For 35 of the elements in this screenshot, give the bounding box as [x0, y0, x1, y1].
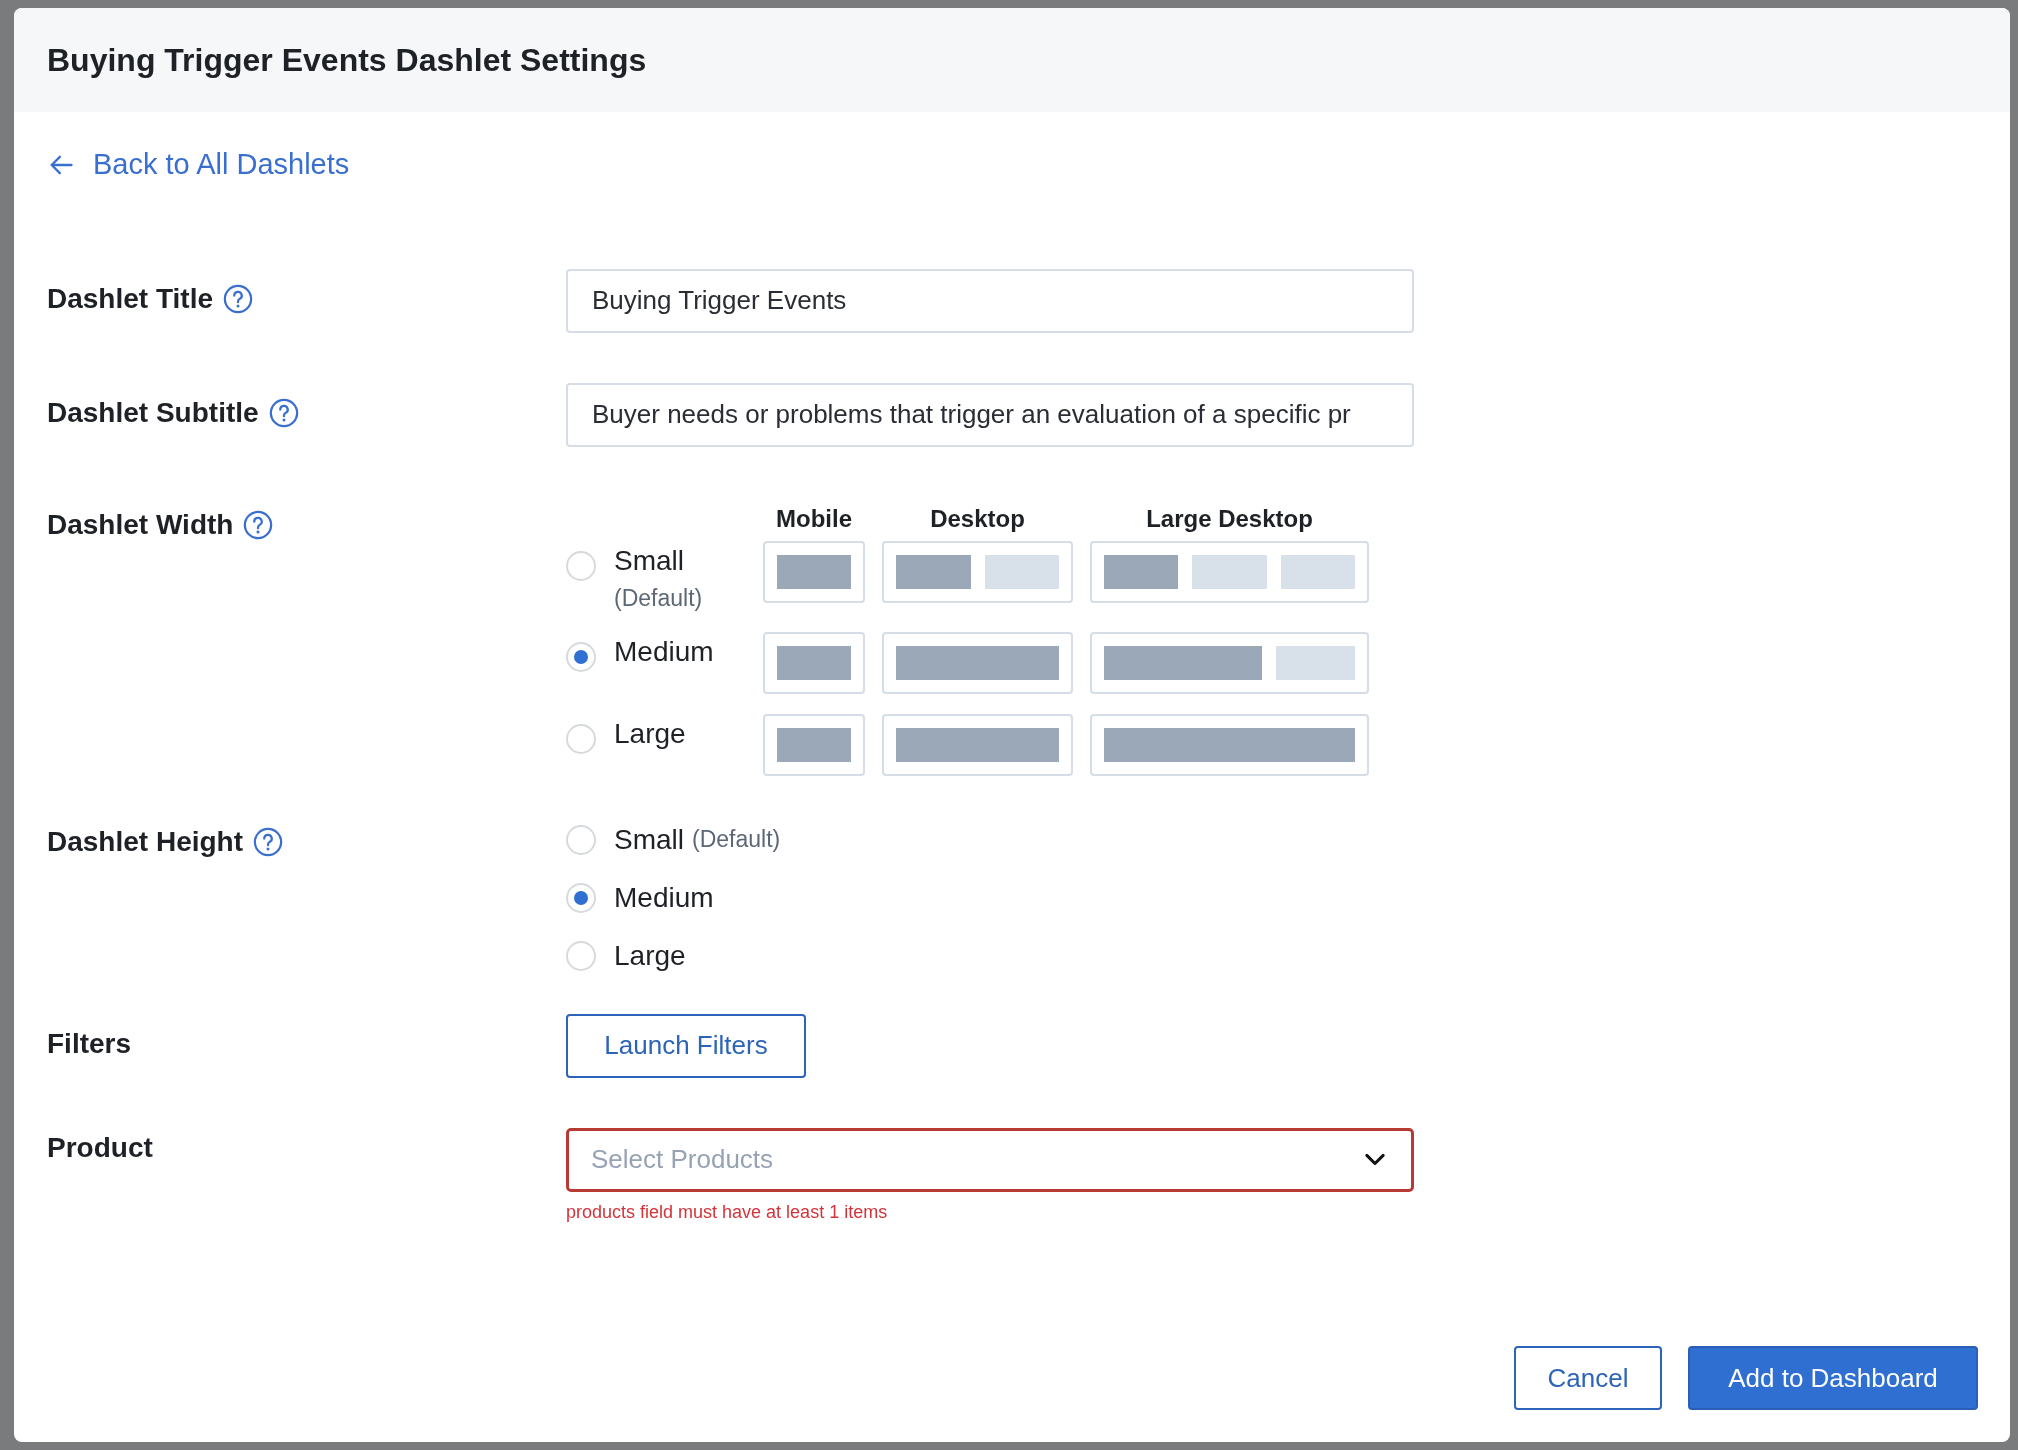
field-label: Dashlet Title: [47, 282, 213, 315]
error-message: products field must have at least 1 items: [566, 1201, 888, 1223]
column-header: Large Desktop: [1145, 504, 1314, 533]
option-label: Small: [614, 823, 684, 856]
field-label: Product: [47, 1131, 153, 1164]
title-input[interactable]: Buying Trigger Events: [566, 268, 1414, 333]
field-label: Dashlet Subtitle: [47, 396, 259, 429]
field-label: Dashlet Height: [47, 825, 244, 858]
help-icon[interactable]: [253, 826, 284, 857]
column-header: Mobile: [775, 504, 853, 533]
dialog-button[interactable]: Cancel: [1514, 1346, 1662, 1410]
help-icon[interactable]: [243, 509, 274, 540]
radio-button[interactable]: [566, 940, 596, 971]
launch-filters-button[interactable]: Launch Filters: [566, 1013, 806, 1078]
radio-button[interactable]: [566, 550, 596, 581]
option-label: Small: [614, 544, 685, 577]
help-icon[interactable]: [223, 283, 253, 314]
radio-button[interactable]: [566, 723, 596, 754]
dialog-button[interactable]: Add to Dashboard: [1688, 1346, 1978, 1410]
subtitle-input[interactable]: Buyer needs or problems that trigger an evaluation of a specific pr: [566, 382, 1414, 447]
radio-button[interactable]: [566, 641, 596, 672]
radio-button[interactable]: [566, 882, 596, 913]
column-header: Desktop: [929, 504, 1026, 533]
dialog-title: Buying Trigger Events Dashlet Settings: [47, 41, 647, 79]
field-label: Dashlet Width: [47, 508, 234, 541]
default-note: (Default): [692, 826, 781, 853]
option-label: Medium: [614, 635, 714, 668]
default-note: (Default): [614, 584, 703, 612]
option-label: Large: [614, 717, 686, 750]
back-link[interactable]: Back to All Dashlets: [47, 148, 350, 181]
option-label: Large: [614, 939, 686, 972]
help-icon[interactable]: [268, 397, 299, 428]
radio-button[interactable]: [566, 824, 596, 855]
option-label: Medium: [614, 881, 714, 914]
field-label: Filters: [47, 1027, 132, 1060]
